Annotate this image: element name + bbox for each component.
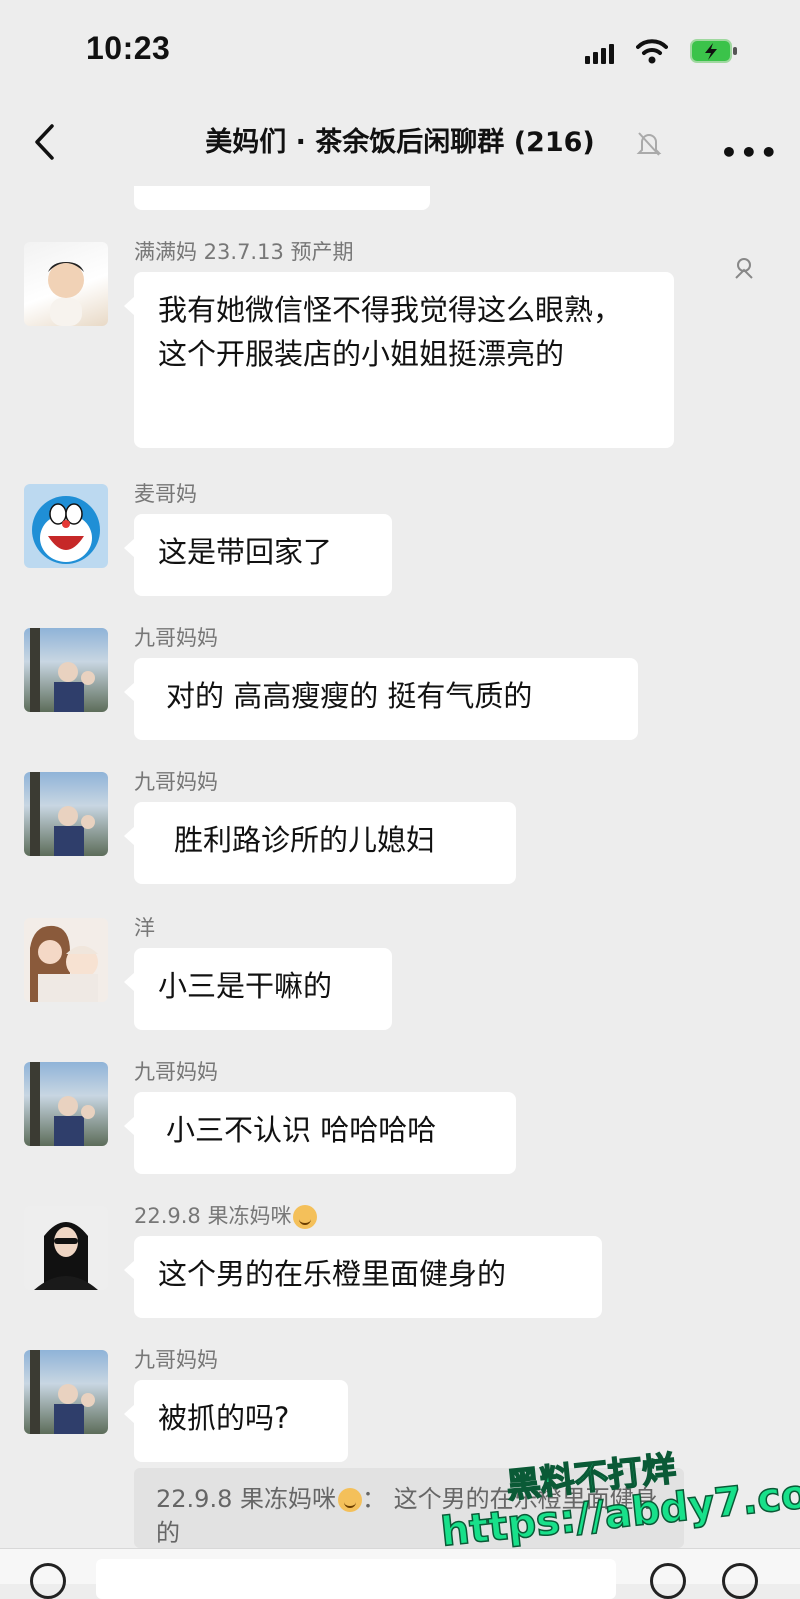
sender-name: 麦哥妈 (134, 482, 197, 506)
avatar[interactable] (24, 628, 108, 712)
chat-title: 美妈们 · 茶余饭后闲聊群 (216) (205, 127, 595, 158)
plus-icon[interactable] (722, 1563, 758, 1599)
avatar[interactable] (24, 484, 108, 568)
message-bubble[interactable]: 被抓的吗? (124, 1380, 348, 1462)
sender-name: 洋 (134, 916, 155, 940)
sender-name-text: 22.9.8 果冻妈咪 (134, 1204, 292, 1228)
message-bubble[interactable]: 这是带回家了 (124, 514, 392, 596)
message-bubble[interactable]: 这个男的在乐橙里面健身的 (124, 1236, 602, 1318)
status-bar: 10:23 (0, 0, 800, 100)
smile-emoji-icon (337, 1488, 362, 1512)
avatar[interactable] (24, 242, 108, 326)
message-bubble[interactable]: 胜利路诊所的儿媳妇 (124, 802, 516, 884)
quoted-separator: ： (361, 1485, 386, 1513)
bell-muted-icon (636, 132, 662, 156)
sender-name: 22.9.8 果冻妈咪 (134, 1200, 318, 1230)
message-bubble[interactable]: 小三是干嘛的 (124, 948, 392, 1030)
message-bubble[interactable]: 对的 高高瘦瘦的 挺有气质的 (124, 658, 638, 740)
sender-name: 九哥妈妈 (134, 1060, 218, 1084)
message-bubble[interactable]: 小三不认识 哈哈哈哈 (124, 1092, 516, 1174)
voice-icon[interactable] (30, 1563, 66, 1599)
avatar[interactable] (24, 1350, 108, 1434)
chevron-left-icon[interactable] (32, 122, 56, 162)
message-bubble[interactable]: 我有她微信怪不得我觉得这么眼熟，这个开服装店的小姐姐挺漂亮的 (124, 272, 674, 448)
sender-name: 满满妈 23.7.13 预产期 (134, 240, 354, 264)
previous-message-bubble (134, 186, 430, 210)
status-time: 10:23 (86, 30, 171, 66)
cellular-signal-icon (585, 44, 619, 64)
avatar[interactable] (24, 918, 108, 1002)
wifi-icon (636, 39, 668, 64)
more-dots-icon[interactable]: ••• (720, 136, 780, 169)
smile-emoji-icon (293, 1205, 318, 1229)
battery-charging-icon (690, 39, 737, 63)
sender-name: 九哥妈妈 (134, 770, 218, 794)
avatar[interactable] (24, 1062, 108, 1146)
avatar[interactable] (24, 772, 108, 856)
sender-name: 九哥妈妈 (134, 626, 218, 650)
quoted-sender: 22.9.8 果冻妈咪 (156, 1485, 336, 1513)
sender-name: 九哥妈妈 (134, 1348, 218, 1372)
reply-icon[interactable] (732, 256, 756, 280)
avatar[interactable] (24, 1206, 108, 1290)
